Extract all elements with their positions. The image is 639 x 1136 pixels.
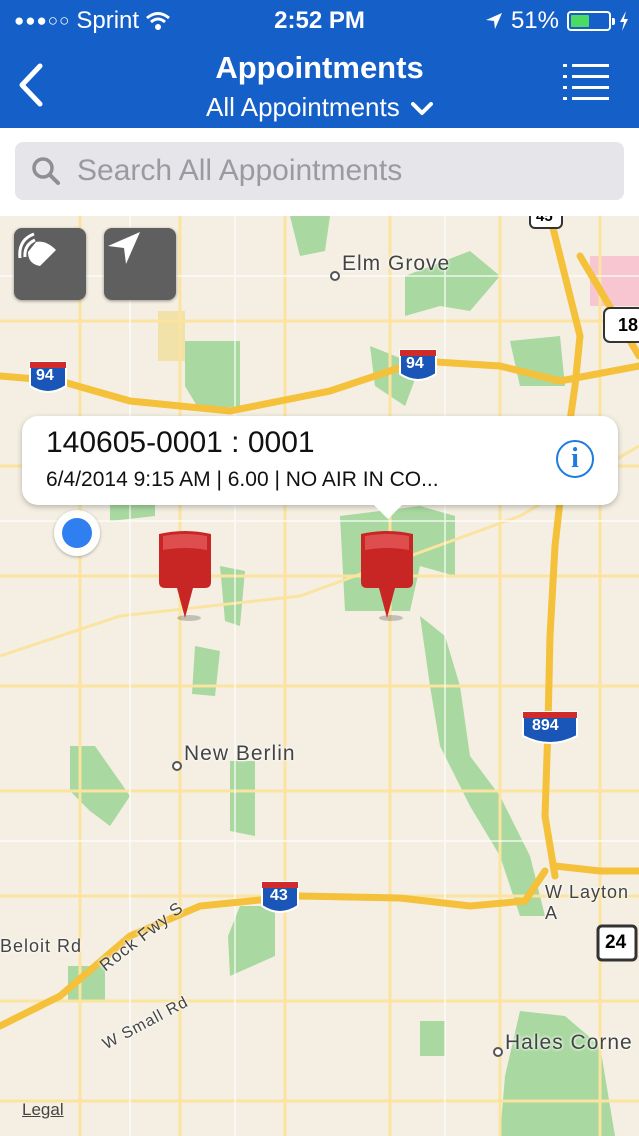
us-18-shield: 18 (618, 315, 639, 335)
list-menu-icon (563, 64, 609, 100)
charging-bolt-icon (620, 11, 628, 31)
chevron-down-icon (410, 102, 433, 116)
status-bar: ●●●○○ Sprint 2:52 PM 51% (0, 0, 639, 40)
nav-header: ●●●○○ Sprint 2:52 PM 51% Appointments Al… (0, 0, 639, 128)
search-icon (32, 157, 60, 185)
interstate-43-shield: 43 (270, 887, 288, 904)
battery-icon (567, 11, 615, 31)
interstate-94-shield: 94 (36, 367, 54, 384)
battery-tip (612, 18, 615, 25)
filter-label: All Appointments (206, 92, 400, 122)
interstate-894-shield: 894 (532, 717, 559, 734)
appointment-detail: 6/4/2014 9:15 AM | 6.00 | NO AIR IN CO..… (46, 468, 439, 491)
current-location-button[interactable] (104, 228, 176, 300)
interstate-94-shield: 94 (406, 355, 424, 372)
road-label-beloit: Beloit Rd (0, 936, 83, 956)
legal-link[interactable]: Legal (22, 1100, 64, 1120)
place-label-new-berlin: New Berlin (184, 742, 296, 765)
map-type-icon (18, 232, 56, 266)
appointment-pin[interactable] (153, 530, 217, 622)
location-arrow-icon (108, 232, 140, 264)
appointment-number: 140605-0001 : 0001 (46, 426, 315, 459)
list-menu-button[interactable] (563, 62, 609, 102)
location-arrow-icon (485, 13, 502, 29)
info-icon[interactable]: i (556, 440, 594, 478)
user-location-dot (54, 510, 100, 556)
map-background (0, 216, 639, 1136)
road-label-w-layton: W Layton A (545, 882, 630, 923)
appointment-pin-selected[interactable] (355, 530, 419, 622)
map-type-button[interactable] (14, 228, 86, 300)
appointment-callout[interactable]: 140605-0001 : 0001 6/4/2014 9:15 AM | 6.… (22, 416, 618, 519)
map-view[interactable]: 94 94 894 43 18 45 24 Elm Grove New Berl… (0, 216, 639, 1136)
page-title: Appointments (215, 50, 424, 85)
place-label-hales-corners: Hales Corne (505, 1031, 633, 1054)
search-bar-container (0, 128, 639, 216)
filter-dropdown[interactable]: All Appointments (0, 92, 639, 123)
search-input[interactable] (75, 153, 619, 189)
place-label-elm-grove: Elm Grove (342, 252, 451, 275)
search-bar[interactable] (15, 142, 624, 200)
battery-percent: 51% (510, 7, 559, 34)
us-45-shield: 45 (536, 216, 553, 225)
wi-24-shield: 24 (605, 932, 627, 953)
battery-level (571, 15, 590, 27)
